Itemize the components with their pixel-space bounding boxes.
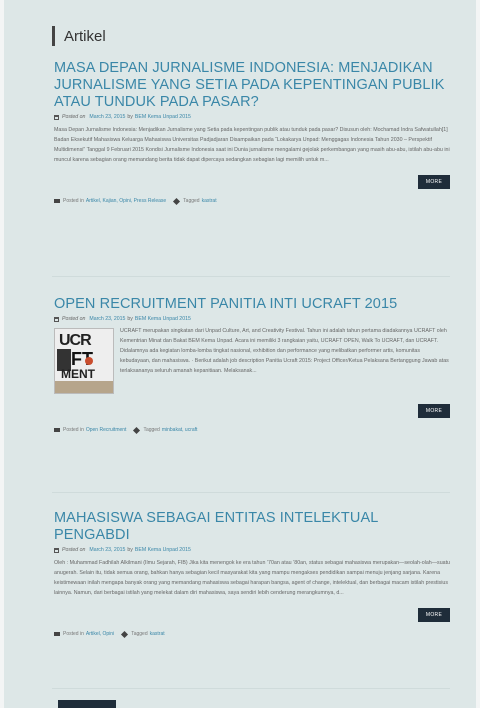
posted-in-label: Posted in [63,631,84,637]
post-meta: Posted on March 23, 2015 by BEM Kema Unp… [54,316,450,322]
by-label: by [127,316,133,322]
more-button[interactable]: MORE [418,175,450,189]
post-meta: Posted on March 23, 2015 by BEM Kema Unp… [54,547,450,553]
post-date-link[interactable]: March 23, 2015 [89,114,125,120]
tag-icon [173,197,181,205]
page: Artikel MASA DEPAN JURNALISME INDONESIA:… [4,0,476,708]
posted-in-label: Posted in [63,427,84,433]
tagged-label: Tagged [183,198,200,204]
posted-on-label: Posted on [62,114,86,120]
thumb-text-bottom: MENT [61,367,95,381]
post-footer: Posted in Artikel, Opini Tagged kastrat [54,630,450,638]
section-accent-bar [52,26,55,46]
next-post-peek [58,700,116,708]
post-author-link[interactable]: BEM Kema Unpad 2015 [135,316,191,322]
folder-icon [54,199,60,203]
tagged-label: Tagged [131,631,148,637]
tag-links[interactable]: kastrat [202,198,217,204]
calendar-icon [54,316,59,322]
by-label: by [127,114,133,120]
posted-on-label: Posted on [62,547,86,553]
post-date-link[interactable]: March 23, 2015 [89,316,125,322]
tag-icon [133,426,141,434]
post-title-link[interactable]: OPEN RECRUITMENT PANITIA INTI UCRAFT 201… [54,296,450,313]
tag-links[interactable]: kastrat [150,631,165,637]
post-author-link[interactable]: BEM Kema Unpad 2015 [135,547,191,553]
post-card: MAHASISWA SEBAGAI ENTITAS INTELEKTUAL PE… [54,510,451,638]
calendar-icon [54,114,59,120]
post-divider [52,492,450,493]
post-excerpt: Masa Depan Jurnalisme Indonesia: Menjadi… [54,127,450,163]
calendar-icon [54,547,59,553]
post-footer: Posted in Open Recruitment Tagged minbak… [54,426,450,434]
post-title-link[interactable]: MAHASISWA SEBAGAI ENTITAS INTELEKTUAL PE… [54,510,450,544]
section-header: Artikel [52,26,106,46]
post-divider [52,276,450,277]
post-excerpt: UCRAFT merupakan singkatan dari Unpad Cu… [120,328,449,374]
post-title-link[interactable]: MASA DEPAN JURNALISME INDONESIA: MENJADI… [54,60,450,111]
post-author-link[interactable]: BEM Kema Unpad 2015 [135,114,191,120]
by-label: by [127,547,133,553]
post-meta: Posted on March 23, 2015 by BEM Kema Unp… [54,114,450,120]
folder-icon [54,632,60,636]
post-card: OPEN RECRUITMENT PANITIA INTI UCRAFT 201… [54,296,450,434]
thumb-graphic [55,381,113,393]
category-links[interactable]: Open Recruitment [86,427,127,433]
tag-links[interactable]: minbakat, ucraft [162,427,198,433]
tagged-label: Tagged [143,427,160,433]
post-thumbnail[interactable]: UCR FT MENT [54,328,114,394]
posted-on-label: Posted on [62,316,86,322]
post-divider [52,688,450,689]
section-title: Artikel [64,27,106,45]
more-button[interactable]: MORE [418,608,450,622]
post-date-link[interactable]: March 23, 2015 [89,547,125,553]
post-body: UCR FT MENT UCRAFT merupakan singkatan d… [54,328,450,394]
post-card: MASA DEPAN JURNALISME INDONESIA: MENJADI… [54,60,450,205]
tag-icon [121,630,129,638]
more-button[interactable]: MORE [418,404,450,418]
post-footer: Posted in Artikel, Kajian, Opini, Press … [54,197,450,205]
category-links[interactable]: Artikel, Opini [86,631,114,637]
thumb-text-top: UCR [59,332,92,349]
category-links[interactable]: Artikel, Kajian, Opini, Press Release [86,198,166,204]
post-excerpt: Oleh : Muhammad Fadhilah Alkilmani (Ilmu… [54,560,451,596]
thumb-graphic [85,357,93,365]
posted-in-label: Posted in [63,198,84,204]
folder-icon [54,428,60,432]
